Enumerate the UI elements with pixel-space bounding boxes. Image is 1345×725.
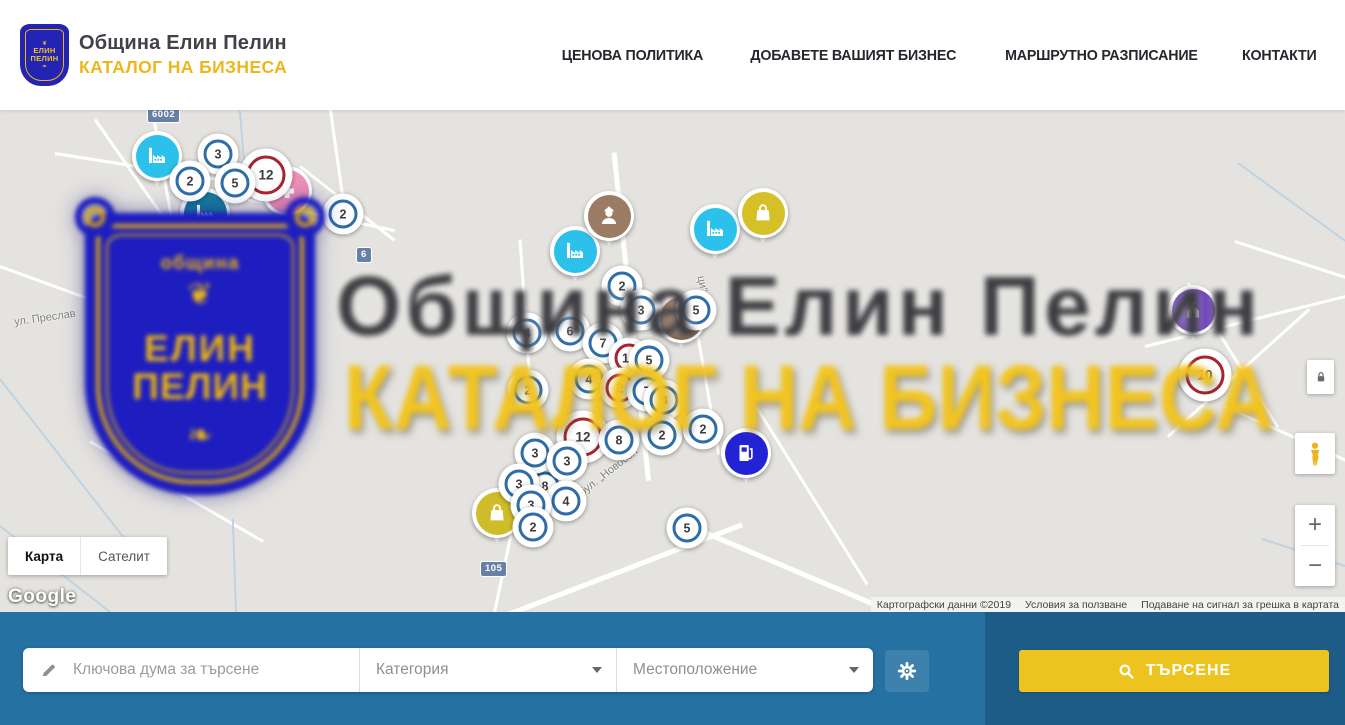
map-cluster-marker[interactable]: 10 xyxy=(1179,349,1232,402)
map-cluster-marker[interactable]: 5 xyxy=(667,508,708,549)
map-cluster-marker[interactable]: 4 xyxy=(507,313,548,354)
map-cluster-marker[interactable]: 2 xyxy=(323,194,364,235)
crest-line2: ПЕЛИН xyxy=(31,55,59,64)
municipality-crest-icon: ❦ ЕЛИН ПЕЛИН ❧ xyxy=(22,26,67,84)
zoom-out-button[interactable]: − xyxy=(1295,546,1335,586)
attribution-link[interactable]: Подаване на сигнал за грешка в картата xyxy=(1141,599,1339,611)
attribution-link[interactable]: Условия за ползване xyxy=(1025,599,1127,611)
nav-item-3[interactable]: КОНТАКТИ xyxy=(1242,47,1317,64)
zoom-in-button[interactable]: + xyxy=(1295,505,1335,545)
pencil-icon xyxy=(39,660,59,680)
watermark-subtitle: КАТАЛОГ НА БИЗНЕСА xyxy=(344,346,1274,451)
lock-icon[interactable] xyxy=(1307,360,1334,394)
search-input-group: Категория Местоположение xyxy=(23,648,873,692)
advanced-search-gear-button[interactable] xyxy=(885,650,929,692)
search-bar: Категория Местоположение xyxy=(0,612,1345,725)
map-cluster-marker[interactable]: 8 xyxy=(599,420,640,461)
chevron-down-icon xyxy=(592,667,602,673)
main-nav: ЦЕНОВА ПОЛИТИКА ДОБАВЕТЕ ВАШИЯТ БИЗНЕС МАР… xyxy=(558,47,1319,64)
header: ❦ ЕЛИН ПЕЛИН ❧ Община Елин Пелин КАТАЛОГ… xyxy=(0,0,1345,110)
map-type-control: Карта Сателит xyxy=(8,537,167,575)
map-cluster-marker[interactable]: 4 xyxy=(546,481,587,522)
category-dropdown-label: Категория xyxy=(376,661,448,679)
site-title: Община Елин Пелин xyxy=(79,32,287,55)
nav-item-0[interactable]: ЦЕНОВА ПОЛИТИКА xyxy=(562,47,703,64)
zoom-control: + − xyxy=(1295,505,1335,586)
map-cluster-marker[interactable]: 2 xyxy=(513,507,554,548)
road-number-badge: 105 xyxy=(481,562,506,576)
street-label: ул. Преслав xyxy=(13,308,76,328)
search-icon xyxy=(1117,662,1136,681)
location-dropdown-label: Местоположение xyxy=(633,661,757,679)
site-subtitle: КАТАЛОГ НА БИЗНЕСА xyxy=(79,57,287,78)
map-type-satellite-button[interactable]: Сателит xyxy=(80,537,167,575)
watermark-crest: община ❦ ЕЛИН ПЕЛИН ❧ xyxy=(85,213,315,495)
crest-line1: ЕЛИН xyxy=(33,47,55,56)
search-submit-button[interactable]: ТЪРСЕНЕ xyxy=(1019,650,1329,692)
road-number-badge: 6 xyxy=(357,248,371,262)
keyword-search-input[interactable] xyxy=(71,660,321,680)
map-cluster-marker[interactable]: 3 xyxy=(621,290,662,331)
category-dropdown[interactable]: Категория xyxy=(360,648,616,692)
map-cluster-marker[interactable]: 5 xyxy=(676,290,717,331)
site-logo[interactable]: ❦ ЕЛИН ПЕЛИН ❧ Община Елин Пелин КАТАЛОГ… xyxy=(22,26,287,84)
map-canvas[interactable]: ул. Преславци"бул. „Новосел60026105 1232… xyxy=(0,110,1345,612)
page: ❦ ЕЛИН ПЕЛИН ❧ Община Елин Пелин КАТАЛОГ… xyxy=(0,0,1345,725)
map-cluster-marker[interactable]: 5 xyxy=(215,163,256,204)
map-cluster-marker[interactable]: 2 xyxy=(642,415,683,456)
map-cluster-marker[interactable]: 2 xyxy=(508,370,549,411)
chevron-down-icon xyxy=(849,667,859,673)
nav-item-1[interactable]: ДОБАВЕТЕ ВАШИЯТ БИЗНЕС xyxy=(750,47,956,64)
map-cluster-marker[interactable]: 3 xyxy=(547,441,588,482)
location-dropdown[interactable]: Местоположение xyxy=(617,648,873,692)
watermark-title: Община Елин Пелин xyxy=(336,258,1262,355)
google-logo[interactable]: Google xyxy=(8,586,76,608)
map-type-map-button[interactable]: Карта xyxy=(8,537,80,575)
gear-icon xyxy=(896,660,918,682)
street-view-pegman-icon[interactable] xyxy=(1295,433,1335,474)
map-cluster-marker[interactable]: 2 xyxy=(683,409,724,450)
attribution-text: Картографски данни ©2019 xyxy=(877,599,1011,611)
search-button-label: ТЪРСЕНЕ xyxy=(1146,662,1231,680)
map-attribution: Картографски данни ©2019 Условия за ползв… xyxy=(871,597,1345,612)
map-cluster-marker[interactable]: 2 xyxy=(170,161,211,202)
keyword-section xyxy=(23,648,359,692)
nav-item-2[interactable]: МАРШРУТНО РАЗПИСАНИЕ xyxy=(1005,47,1198,64)
road-number-badge: 6002 xyxy=(148,110,179,122)
